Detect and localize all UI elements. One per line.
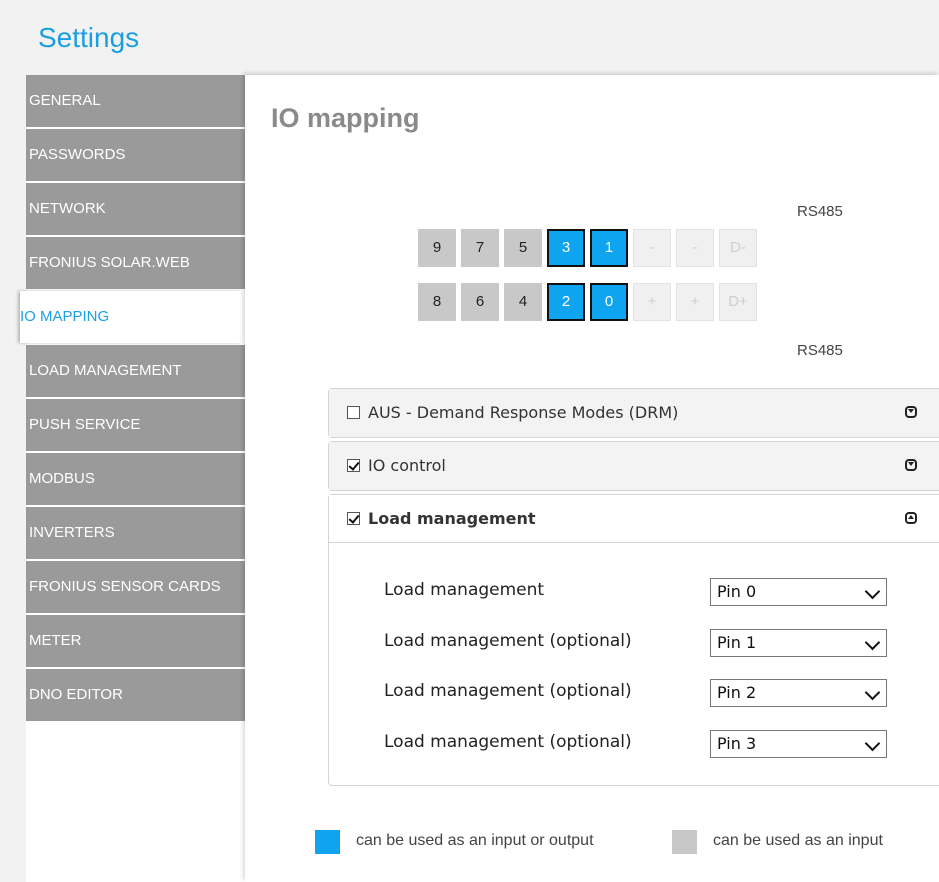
sidebar: GENERAL PASSWORDS NETWORK FRONIUS SOLAR.… (20, 75, 245, 723)
pin-cell: - (633, 229, 671, 267)
sidebar-item-dno-editor[interactable]: DNO EDITOR (26, 669, 245, 721)
chevron-down-icon (864, 583, 881, 600)
legend-io-swatch (315, 830, 340, 854)
sidebar-item-fronius-solar-web[interactable]: FRONIUS SOLAR.WEB (26, 237, 245, 289)
sidebar-item-label: NETWORK (29, 200, 106, 217)
sidebar-background (0, 75, 26, 882)
app-title: Settings (38, 22, 140, 53)
sidebar-item-label: GENERAL (29, 92, 101, 109)
pin-cell: D+ (719, 283, 757, 321)
rs485-top-label: RS485 (797, 203, 843, 220)
chevron-down-icon (864, 735, 881, 752)
sidebar-item-meter[interactable]: METER (26, 615, 245, 667)
io-control-checkbox[interactable] (347, 459, 360, 472)
io-control-section-label: IO control (368, 456, 446, 475)
legend-input-label: can be used as an input (713, 832, 883, 849)
sidebar-item-label: PUSH SERVICE (29, 416, 141, 433)
sidebar-item-network[interactable]: NETWORK (26, 183, 245, 235)
load-row-label: Load management (optional) (384, 681, 632, 701)
pin-cell: 9 (418, 229, 456, 267)
chevron-up-box-icon[interactable] (905, 512, 917, 524)
pin-cell: 3 (547, 229, 585, 267)
load-pin-select-value: Pin 0 (717, 582, 757, 601)
chevron-down-icon (864, 634, 881, 651)
load-management-checkbox[interactable] (347, 512, 360, 525)
sidebar-item-passwords[interactable]: PASSWORDS (26, 129, 245, 181)
pin-cell: 4 (504, 283, 542, 321)
load-pin-select[interactable]: Pin 3 (710, 730, 887, 758)
drm-section-label: AUS - Demand Response Modes (DRM) (368, 403, 679, 422)
load-pin-select-value: Pin 1 (717, 633, 757, 652)
top-bar (0, 0, 939, 75)
legend-input-swatch (672, 830, 697, 854)
pin-cell: D- (719, 229, 757, 267)
sidebar-item-modbus[interactable]: MODBUS (26, 453, 245, 505)
sidebar-item-label: DNO EDITOR (29, 686, 123, 703)
sidebar-item-inverters[interactable]: INVERTERS (26, 507, 245, 559)
pin-cell: 8 (418, 283, 456, 321)
chevron-down-box-icon[interactable] (905, 459, 917, 471)
legend-io-label: can be used as an input or output (356, 832, 594, 849)
sidebar-item-label: IO MAPPING (20, 308, 110, 325)
sidebar-item-label: FRONIUS SOLAR.WEB (29, 254, 190, 271)
pin-cell: + (633, 283, 671, 321)
load-pin-select[interactable]: Pin 1 (710, 629, 887, 657)
pin-cell: + (676, 283, 714, 321)
sidebar-item-label: METER (29, 632, 82, 649)
load-pin-select-value: Pin 3 (717, 734, 757, 753)
pin-cell: 7 (461, 229, 499, 267)
pin-cell: 0 (590, 283, 628, 321)
pin-cell: 5 (504, 229, 542, 267)
pin-cell: 1 (590, 229, 628, 267)
sidebar-item-load-management[interactable]: LOAD MANAGEMENT (26, 345, 245, 397)
load-management-section-label: Load management (368, 509, 536, 528)
load-pin-select-value: Pin 2 (717, 683, 757, 702)
load-row-label: Load management (optional) (384, 732, 632, 752)
sidebar-item-label: FRONIUS SENSOR CARDS (29, 578, 221, 595)
chevron-down-box-icon[interactable] (905, 406, 917, 418)
sidebar-item-general[interactable]: GENERAL (26, 75, 245, 127)
rs485-bottom-label: RS485 (797, 342, 843, 359)
page-title: IO mapping (271, 103, 420, 133)
sidebar-item-label: MODBUS (29, 470, 95, 487)
drm-section-header[interactable]: AUS - Demand Response Modes (DRM) (329, 389, 939, 437)
sidebar-item-label: LOAD MANAGEMENT (29, 362, 182, 379)
sidebar-item-fronius-sensor-cards[interactable]: FRONIUS SENSOR CARDS (26, 561, 245, 613)
drm-section: AUS - Demand Response Modes (DRM) (328, 388, 939, 438)
load-pin-select[interactable]: Pin 2 (710, 679, 887, 707)
load-row-label: Load management (optional) (384, 631, 632, 651)
io-control-section-header[interactable]: IO control (329, 442, 939, 490)
pin-cell: 6 (461, 283, 499, 321)
pin-cell: - (676, 229, 714, 267)
sidebar-item-label: INVERTERS (29, 524, 115, 541)
chevron-down-icon (864, 684, 881, 701)
drm-checkbox[interactable] (347, 406, 360, 419)
load-row-label: Load management (384, 580, 545, 600)
sidebar-item-io-mapping[interactable]: IO MAPPING (20, 291, 242, 343)
io-control-section: IO control (328, 441, 939, 491)
load-management-section-header[interactable]: Load management (329, 495, 939, 543)
load-pin-select[interactable]: Pin 0 (710, 578, 887, 606)
sidebar-item-label: PASSWORDS (29, 146, 126, 163)
sidebar-item-push-service[interactable]: PUSH SERVICE (26, 399, 245, 451)
pin-cell: 2 (547, 283, 585, 321)
